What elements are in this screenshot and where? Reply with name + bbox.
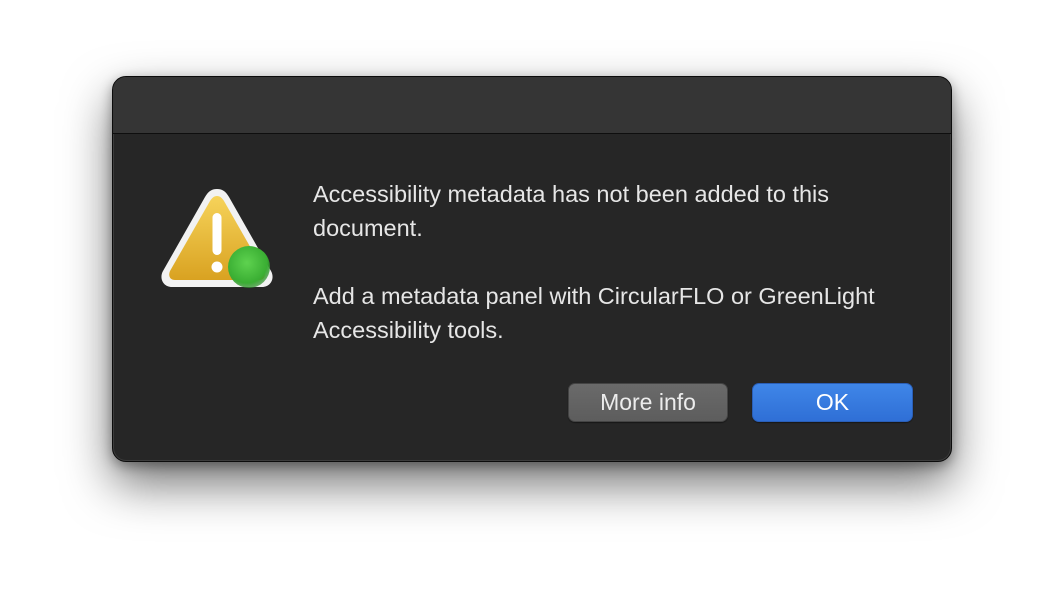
informative-text: Add a metadata panel with CircularFLO or…: [313, 283, 875, 343]
dialog-titlebar[interactable]: [113, 77, 951, 134]
alert-message: Accessibility metadata has not been adde…: [313, 177, 913, 347]
green-dot-icon: [228, 246, 270, 288]
screen: Accessibility metadata has not been adde…: [0, 0, 1064, 610]
more-info-button[interactable]: More info: [568, 383, 728, 422]
alert-dialog: Accessibility metadata has not been adde…: [112, 76, 952, 462]
warning-triangle-icon: [161, 189, 273, 288]
message-text: Accessibility metadata has not been adde…: [313, 181, 830, 241]
ok-button[interactable]: OK: [752, 383, 913, 422]
